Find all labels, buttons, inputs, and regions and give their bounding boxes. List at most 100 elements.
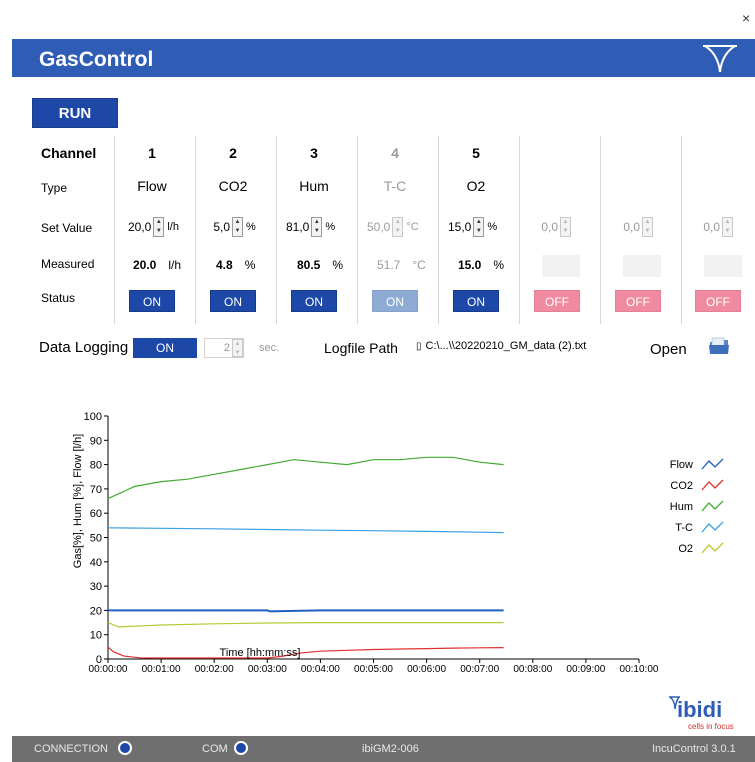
column-divider [276, 136, 277, 324]
legend-label: T-C [675, 522, 693, 534]
y-tick-label: 40 [90, 557, 102, 569]
y-tick-label: 30 [90, 581, 102, 593]
set-value-field[interactable]: 0,0 ▲ ▼ [536, 216, 571, 238]
set-value: 0,0 [623, 220, 640, 234]
set-value-field[interactable]: 5,0 ▲ ▼ % [208, 216, 256, 238]
stepper-icon[interactable]: ▲ ▼ [392, 217, 404, 237]
status-toggle-button[interactable]: ON [291, 290, 337, 312]
x-tick-label: 00:01:00 [142, 664, 181, 675]
stepper-icon[interactable]: ▲ ▼ [642, 217, 653, 237]
status-toggle-button[interactable]: ON [210, 290, 256, 312]
logging-interval-unit: sec. [259, 342, 280, 354]
set-value-field[interactable]: 0,0 ▲ ▼ [698, 216, 733, 238]
x-tick-label: 00:07:00 [460, 664, 499, 675]
set-value-field[interactable]: 0,0 ▲ ▼ [618, 216, 653, 238]
status-bar: CONNECTION COM ibiGM2-006 IncuControl 3.… [12, 736, 755, 762]
stepper-icon[interactable]: ▲ ▼ [722, 217, 733, 237]
column-divider [438, 136, 439, 324]
channel-type: CO2 [218, 178, 248, 194]
run-button[interactable]: RUN [32, 98, 118, 128]
set-value: 20,0 [128, 220, 152, 234]
y-axis: 0102030405060708090100 [84, 411, 109, 666]
x-tick-label: 00:06:00 [407, 664, 446, 675]
set-value: 15,0 [448, 220, 472, 234]
measured-number: 80.5 [297, 258, 321, 272]
ibidi-logo: ibidi cells in focus [668, 695, 738, 731]
legend-swatch [701, 500, 724, 512]
measured-unit: % [332, 258, 344, 272]
set-value-field[interactable]: 50,0 ▲ ▼ °C [367, 216, 419, 238]
com-label: COM [202, 743, 228, 755]
set-value-row-label: Set Value [41, 221, 93, 235]
logging-interval-value: 2 [223, 342, 230, 354]
measured-unit: °C [412, 258, 426, 272]
logfile-path-label: Logfile Path [324, 340, 398, 356]
legend-swatch [701, 458, 724, 470]
x-axis-label: Time [hh:mm:ss] [220, 647, 301, 659]
channel-number: 4 [391, 145, 399, 161]
set-unit: % [487, 221, 498, 233]
y-tick-label: 70 [90, 484, 102, 496]
channel-number: 1 [148, 145, 156, 161]
logging-interval-input[interactable]: 2 ▲ ▼ [204, 338, 244, 358]
connection-indicator-icon [118, 741, 132, 755]
status-row-label: Status [41, 291, 76, 305]
channel-type: Flow [137, 178, 167, 194]
stepper-icon[interactable]: ▲ ▼ [232, 217, 243, 237]
channel-row-label: Channel [41, 145, 97, 161]
logfile-path-field[interactable]: ▯ C:\...\\20220210_GM_data (2).txt [416, 340, 586, 352]
measured-number: 4.8 [216, 258, 233, 272]
measured-value: 4.8 % [216, 258, 255, 272]
plot-lines [107, 456, 504, 659]
close-window-button[interactable]: × [742, 10, 750, 26]
status-toggle-button[interactable]: ON [453, 290, 499, 312]
measured-number: 51.7 [377, 258, 401, 272]
stepper-icon[interactable]: ▲ ▼ [232, 339, 243, 357]
set-value-field[interactable]: 15,0 ▲ ▼ % [448, 216, 497, 238]
legend-label: CO2 [670, 480, 693, 492]
stepper-icon[interactable]: ▲ ▼ [153, 217, 165, 237]
measured-value: 80.5 % [297, 258, 343, 272]
data-logging-toggle[interactable]: ON [133, 338, 197, 358]
set-value: 5,0 [213, 220, 230, 234]
measured-value [623, 255, 661, 277]
set-value: 0,0 [541, 220, 558, 234]
set-value: 50,0 [367, 220, 391, 234]
measured-value [704, 255, 742, 277]
set-value-field[interactable]: 81,0 ▲ ▼ % [286, 216, 335, 238]
title-bar: GasControl [12, 39, 755, 77]
x-tick-label: 00:02:00 [195, 664, 234, 675]
status-toggle-button[interactable]: OFF [695, 290, 741, 312]
channel-type: O2 [466, 178, 486, 194]
connection-label: CONNECTION [34, 743, 108, 755]
set-value: 81,0 [286, 220, 310, 234]
measured-value: 20.0 l/h [133, 258, 181, 272]
legend-swatch [701, 521, 724, 533]
column-divider [114, 136, 115, 324]
status-toggle-button[interactable]: ON [372, 290, 418, 312]
channel-type: Hum [299, 178, 329, 194]
legend-label: O2 [678, 543, 693, 555]
column-divider [357, 136, 358, 324]
x-axis: 00:00:00 00:01:00 00:02:00 00:03:00 00:04:00… [89, 658, 659, 675]
set-value: 0,0 [703, 220, 720, 234]
com-indicator-icon [234, 741, 248, 755]
set-value-field[interactable]: 20,0 ▲ ▼ l/h [128, 216, 179, 238]
status-toggle-button[interactable]: OFF [534, 290, 580, 312]
legend-swatch [701, 542, 724, 554]
legend-label: Hum [670, 501, 693, 513]
series-line-flow [108, 609, 504, 613]
column-divider [519, 136, 520, 324]
x-tick-label: 00:00:00 [89, 664, 128, 675]
stepper-icon[interactable]: ▲ ▼ [560, 217, 571, 237]
y-tick-label: 100 [84, 411, 102, 423]
stepper-icon[interactable]: ▲ ▼ [473, 217, 485, 237]
legend-label: Flow [670, 459, 693, 471]
status-toggle-button[interactable]: ON [129, 290, 175, 312]
y-tick-label: 80 [90, 460, 102, 472]
x-tick-label: 00:03:00 [248, 664, 287, 675]
open-folder-icon[interactable] [708, 336, 730, 356]
x-tick-label: 00:10:00 [620, 664, 659, 675]
status-toggle-button[interactable]: OFF [615, 290, 661, 312]
stepper-icon[interactable]: ▲ ▼ [311, 217, 323, 237]
